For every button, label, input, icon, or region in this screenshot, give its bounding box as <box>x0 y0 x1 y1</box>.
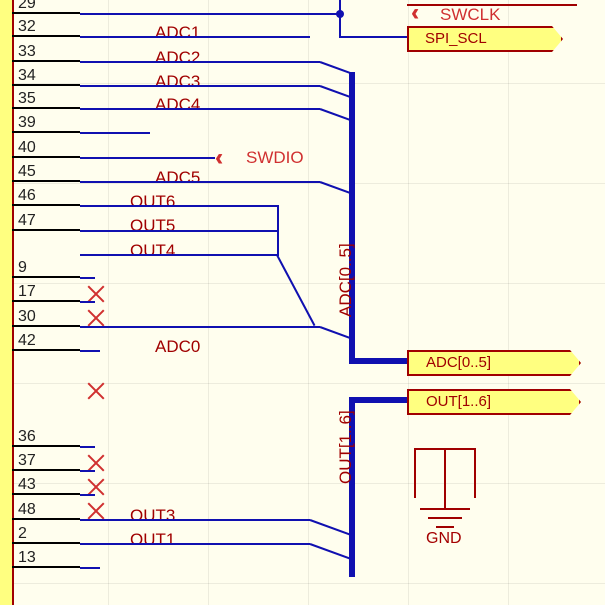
wire <box>80 543 310 545</box>
bus-adc <box>349 72 355 364</box>
gnd-bar2 <box>428 517 462 519</box>
pin-number: 33 <box>18 43 36 61</box>
pin-number: 39 <box>18 114 36 132</box>
swclk-label: SWCLK <box>440 5 500 25</box>
netlabel-out3: OUT3 <box>130 506 175 526</box>
bus-label-adc: ADC[0..5] <box>336 243 356 317</box>
port-label: ADC[0..5] <box>426 354 491 371</box>
bus-entry <box>320 181 351 194</box>
port-adc-bus: ADC[0..5] <box>407 350 581 376</box>
ic-body <box>0 0 14 605</box>
pin-number: 47 <box>18 212 36 230</box>
netlabel-out1: OUT1 <box>130 530 175 550</box>
wire <box>80 277 95 279</box>
wire <box>80 470 95 472</box>
pin-number: 17 <box>18 283 36 301</box>
wire <box>80 567 100 569</box>
netlabel-adc2: ADC2 <box>155 48 200 68</box>
wire <box>80 85 320 87</box>
bus-entry <box>276 255 315 327</box>
bus-adc-h <box>349 358 409 364</box>
pin-number: 48 <box>18 501 36 519</box>
wire <box>80 494 95 496</box>
wire <box>80 254 277 256</box>
pin-number: 34 <box>18 67 36 85</box>
pin-number: 37 <box>18 452 36 470</box>
pin-number: 42 <box>18 332 36 350</box>
wire <box>80 350 100 352</box>
swdio-label: SWDIO <box>246 148 304 168</box>
bus-entry <box>320 61 351 74</box>
gnd-bar1 <box>420 508 470 510</box>
gnd-stem <box>444 448 446 508</box>
wire <box>80 157 215 159</box>
pin-number: 2 <box>18 525 27 543</box>
wire <box>80 36 310 38</box>
pin-number: 30 <box>18 308 36 326</box>
port-spi-scl: SPI_SCL <box>407 26 563 52</box>
netlabel-out5: OUT5 <box>130 216 175 236</box>
wire <box>80 326 320 328</box>
wire <box>339 13 341 38</box>
bus-entry <box>310 519 352 536</box>
bus-entry <box>320 326 353 340</box>
wire <box>80 301 95 303</box>
pin-number: 43 <box>18 476 36 494</box>
wire <box>80 61 320 63</box>
gnd-left <box>414 448 416 498</box>
wire <box>277 205 279 256</box>
bus-label-out: OUT[1..6] <box>336 410 356 484</box>
pin-number: 40 <box>18 139 36 157</box>
bus-entry <box>320 85 351 98</box>
wire <box>339 36 409 38</box>
bus-entry <box>320 108 351 121</box>
port-label: SPI_SCL <box>425 30 487 47</box>
pin-number: 35 <box>18 90 36 108</box>
wire <box>80 13 340 15</box>
netlabel-out6: OUT6 <box>130 192 175 212</box>
pin-number: 9 <box>18 259 27 277</box>
pin-number: 46 <box>18 187 36 205</box>
netlabel-out4: OUT4 <box>130 241 175 261</box>
port-out-bus: OUT[1..6] <box>407 389 581 415</box>
port-label: OUT[1..6] <box>426 393 491 410</box>
netlabel-adc0: ADC0 <box>155 337 200 357</box>
netlabel-adc3: ADC3 <box>155 72 200 92</box>
pin-number: 45 <box>18 163 36 181</box>
wire <box>80 446 95 448</box>
netlabel-adc1: ADC1 <box>155 23 200 43</box>
wire <box>339 0 341 14</box>
gnd-label: GND <box>426 530 462 548</box>
gnd-top-wire <box>414 448 476 450</box>
wire <box>80 230 277 232</box>
gnd-right <box>474 448 476 498</box>
netlabel-adc4: ADC4 <box>155 95 200 115</box>
pin-number: 36 <box>18 428 36 446</box>
bus-out-h <box>349 397 409 403</box>
pin-number: 13 <box>18 549 36 567</box>
wire <box>80 205 277 207</box>
bus-entry <box>310 543 352 560</box>
wire <box>80 181 320 183</box>
wire <box>80 519 310 521</box>
gnd-bar3 <box>436 526 454 528</box>
netlabel-adc5: ADC5 <box>155 168 200 188</box>
wire <box>80 132 150 134</box>
pin-number: 32 <box>18 18 36 36</box>
pin-number: 29 <box>18 0 36 13</box>
port-edge <box>407 0 577 6</box>
no-connect-icon <box>85 380 107 402</box>
wire <box>80 108 320 110</box>
